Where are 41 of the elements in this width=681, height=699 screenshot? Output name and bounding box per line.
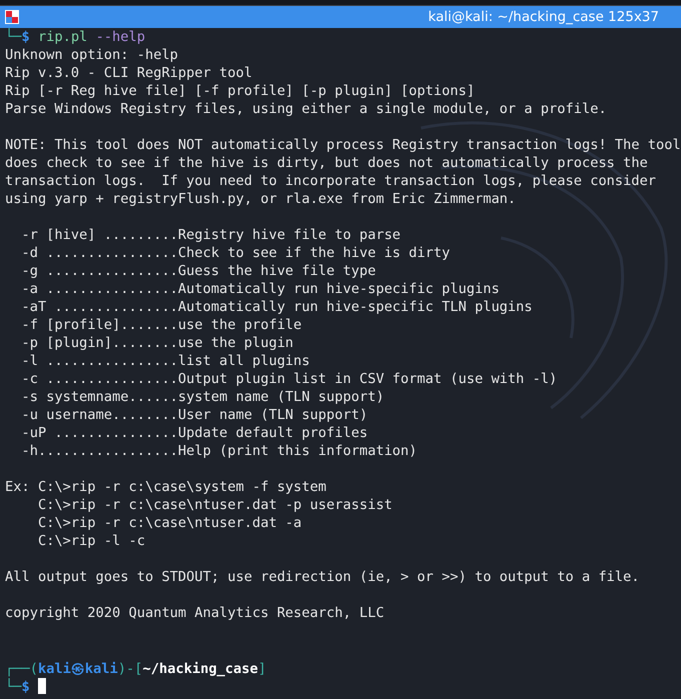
output-line: copyright 2020 Quantum Analytics Research, LLC (5, 605, 384, 621)
terminal-icon (4, 9, 20, 25)
prompt-corner: └─ (5, 678, 22, 696)
output-line: -u username........User name (TLN support) (20, 407, 368, 423)
prompt-symbol: $ (21, 679, 30, 696)
output-line: C:\>rip -r c:\case\ntuser.dat -a (36, 515, 302, 531)
output-line: Rip v.3.0 - CLI RegRipper tool (5, 65, 252, 81)
output-line: -p [plugin]........use the plugin (20, 335, 294, 351)
output-line: -f [profile].......use the profile (20, 317, 302, 333)
output-line: C:\>rip -r c:\case\ntuser.dat -p userassist (36, 497, 392, 513)
output-line: transaction logs. If you need to incorporate transaction logs, please consider (5, 173, 656, 189)
output-line: -g ................Guess the hive file type (20, 263, 376, 279)
output-line: C:\>rip -l -c (36, 533, 146, 549)
prompt-bracket: )-[ (118, 660, 143, 678)
output-line: -s systemname......system name (TLN support) (20, 389, 384, 405)
window-title: kali@kali: ~/hacking_case 125x37 (428, 9, 659, 25)
output-line: does check to see if the hive is dirty, but does not automatically process the (5, 155, 648, 171)
prompt-bracket: ] (258, 660, 266, 678)
output-line: -r [hive] .........Registry hive file to parse (20, 227, 401, 243)
prompt-path: ~/hacking_case (142, 660, 258, 678)
output-line: -uP ...............Update default profiles (20, 425, 368, 441)
output-line: Parse Windows Registry files, using either a single module, or a profile. (5, 101, 607, 117)
output-line: -l ................list all plugins (20, 353, 310, 369)
output-line: -h.................Help (print this information) (20, 443, 418, 459)
output-line: -a ................Automatically run hive-specific plugins (20, 281, 500, 297)
output-line: Unknown option: -help (5, 47, 178, 63)
output-line: -aT ...............Automatically run hive-specific TLN plugins (20, 299, 532, 315)
prompt-symbol: $ (21, 29, 30, 46)
output-line: Ex: C:\>rip -r c:\case\system -f system (5, 479, 326, 495)
command-argument: --help (96, 28, 146, 46)
command-name: rip.pl (38, 28, 88, 46)
output-line: NOTE: This tool does NOT automatically process Registry transaction logs! The tool (5, 137, 681, 153)
prompt-corner: └─ (5, 28, 22, 46)
output-line: All output goes to STDOUT; use redirection (ie, > or >>) to output to a file. (5, 569, 640, 585)
output-line: -d ................Check to see if the hive is dirty (20, 245, 450, 261)
output-line: -c ................Output plugin list in CSV format (use with -l) (20, 371, 558, 387)
prompt-bracket: ┌──( (5, 660, 38, 678)
output-line: using yarp + registryFlush.py, or rla.exe from Eric Zimmerman. (5, 191, 516, 207)
text-cursor (38, 678, 46, 694)
prompt-user: kali㉿kali (38, 660, 118, 678)
output-line: Rip [-r Reg hive file] [-f profile] [-p plugin] [options] (5, 83, 475, 99)
